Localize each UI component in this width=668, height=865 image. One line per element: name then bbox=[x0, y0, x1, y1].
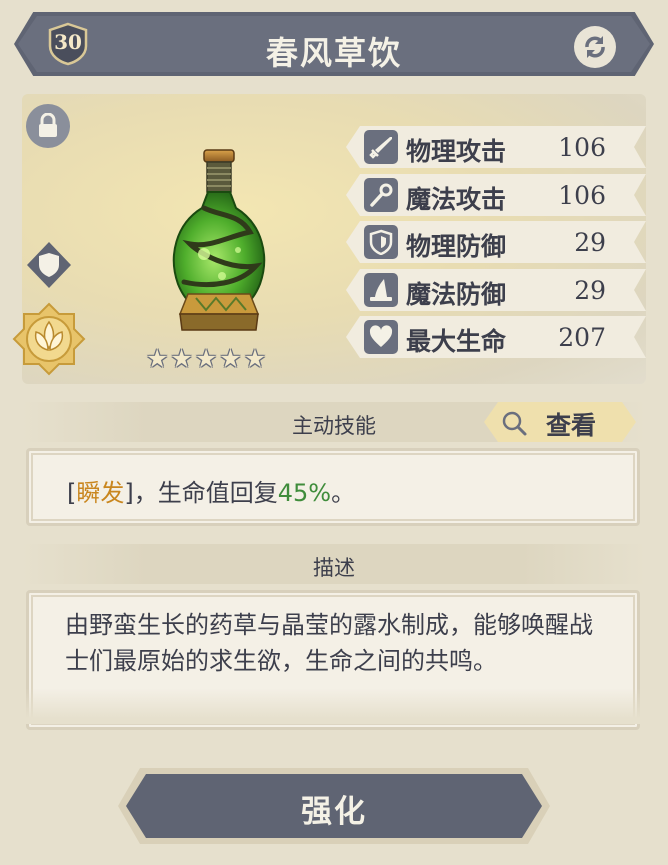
stat-label: 魔法防御 bbox=[406, 280, 507, 309]
shield-icon bbox=[27, 242, 71, 288]
stat-row-max-hp: 最大生命 207 bbox=[346, 316, 646, 358]
rarity-star: ★ bbox=[243, 344, 267, 373]
description-text: 由野蛮生长的药草与晶莹的露水制成，能够唤醒战士们最原始的求生欲，生命之间的共鸣。 bbox=[65, 611, 593, 675]
skill-text-middle: ，生命值回复 bbox=[133, 479, 278, 507]
lock-button[interactable] bbox=[26, 104, 70, 148]
lock-icon bbox=[39, 113, 57, 137]
lotus-emblem[interactable] bbox=[12, 302, 86, 376]
search-icon bbox=[500, 409, 528, 437]
stat-row-magic-attack: 魔法攻击 106 bbox=[346, 174, 646, 216]
stat-value: 207 bbox=[558, 323, 606, 352]
level-number: 30 bbox=[54, 30, 82, 54]
stat-value: 106 bbox=[558, 133, 606, 162]
item-image bbox=[160, 144, 278, 342]
shield-icon bbox=[364, 225, 398, 259]
enhance-button-label: 强化 bbox=[301, 794, 367, 830]
title-banner-inner: 春风草饮 bbox=[18, 16, 650, 72]
wand-icon bbox=[364, 178, 398, 212]
rarity-star: ★ bbox=[146, 344, 169, 373]
stat-label: 最大生命 bbox=[406, 327, 507, 356]
view-button-label: 查看 bbox=[546, 411, 597, 440]
skill-text-end: 。 bbox=[331, 479, 356, 507]
swap-button[interactable] bbox=[574, 26, 616, 68]
description-section-header: 描述 bbox=[22, 544, 646, 584]
rarity-star: ★ bbox=[194, 344, 218, 373]
green-potion-bottle-icon bbox=[172, 149, 266, 331]
lotus-emblem-icon bbox=[12, 302, 86, 376]
sword-icon bbox=[364, 130, 398, 164]
stat-row-physical-defense: 物理防御 29 bbox=[346, 221, 646, 263]
rarity-star: ★ bbox=[219, 344, 242, 373]
stat-value: 29 bbox=[574, 228, 606, 257]
wizard-hat-icon bbox=[364, 273, 398, 307]
description-fade bbox=[22, 688, 646, 724]
title-banner: 春风草饮 bbox=[14, 12, 654, 76]
stat-value: 106 bbox=[558, 181, 606, 210]
rarity-stars: ★ ★ ★ ★ ★ bbox=[146, 346, 266, 371]
description-section-title: 描述 bbox=[313, 556, 355, 580]
skill-tag: 瞬发 bbox=[76, 479, 125, 507]
skill-bracket-open: [ bbox=[67, 479, 77, 507]
view-skill-button[interactable]: 查看 bbox=[484, 402, 636, 442]
skill-description: [瞬发]，生命值回复45%。 bbox=[67, 473, 355, 508]
stat-row-magic-defense: 魔法防御 29 bbox=[346, 269, 646, 311]
enhance-button[interactable]: 强化 bbox=[126, 774, 542, 838]
swap-arrows-icon bbox=[585, 36, 605, 58]
stat-label: 物理攻击 bbox=[406, 137, 507, 166]
stat-label: 魔法攻击 bbox=[406, 185, 507, 214]
stat-label: 物理防御 bbox=[406, 232, 507, 261]
skill-bracket-close: ] bbox=[124, 479, 134, 507]
stat-value: 29 bbox=[574, 276, 606, 305]
stat-row-physical-attack: 物理攻击 106 bbox=[346, 126, 646, 168]
level-badge: 30 bbox=[46, 22, 90, 66]
skill-text-box: [瞬发]，生命值回复45%。 bbox=[26, 448, 640, 526]
item-title: 春风草饮 bbox=[265, 34, 402, 72]
rarity-star: ★ bbox=[170, 344, 193, 373]
heart-icon bbox=[364, 320, 398, 354]
slot-badge[interactable] bbox=[24, 240, 74, 290]
skill-percent: 45% bbox=[277, 479, 332, 507]
